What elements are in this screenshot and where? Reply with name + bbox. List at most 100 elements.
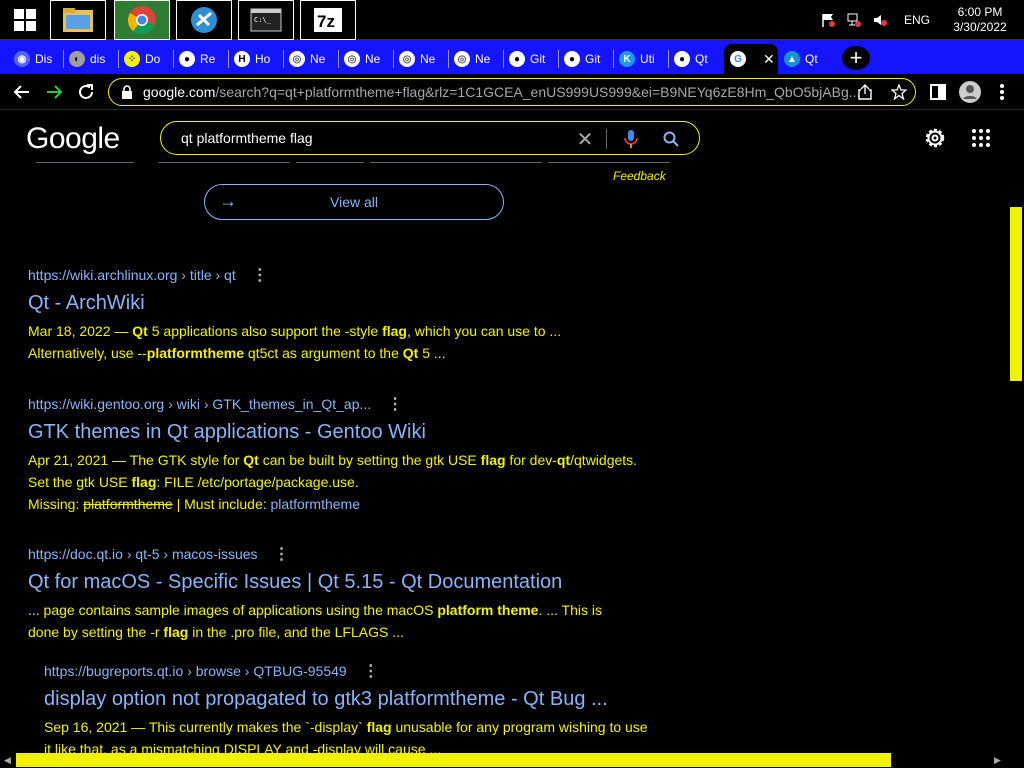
tab-qt-12[interactable]: ● Qt: [668, 44, 723, 74]
tab-uti-11[interactable]: K Uti: [613, 44, 668, 74]
more-options-icon[interactable]: ⋮: [363, 661, 379, 681]
side-panel-button[interactable]: [926, 80, 950, 104]
language-indicator[interactable]: ENG: [904, 13, 930, 27]
tab-ne-6[interactable]: ◎ Ne: [338, 44, 393, 74]
network-icon[interactable]: [844, 10, 864, 30]
menu-button[interactable]: [990, 80, 1014, 104]
tab-title: Uti: [640, 52, 655, 66]
chrome-icon: [127, 6, 156, 34]
github-icon: ●: [564, 51, 580, 67]
divider: [548, 162, 670, 163]
result-title[interactable]: Qt - ArchWiki: [28, 292, 561, 316]
divider: [370, 162, 542, 163]
bookmark-star-icon[interactable]: [891, 84, 907, 100]
search-result: https://bugreports.qt.io › browse › QTBU…: [44, 662, 648, 753]
must-include-link[interactable]: platformtheme: [271, 496, 360, 512]
snippet-line: Set the gtk USE flag: FILE /etc/portage/…: [28, 474, 359, 490]
tab-title: Git: [530, 52, 546, 66]
scroll-left-arrow[interactable]: ◀: [4, 755, 11, 766]
snippet-line: ... page contains sample images of appli…: [28, 602, 603, 618]
address-bar[interactable]: google.com/search?q=qt+platformtheme+fla…: [108, 78, 916, 106]
close-tab-icon[interactable]: ✕: [763, 51, 775, 68]
github-icon: ●: [509, 51, 525, 67]
tab-git-10[interactable]: ● Git: [558, 44, 613, 74]
tab-ne-8[interactable]: ◎ Ne: [448, 44, 503, 74]
horizontal-scroll-thumb[interactable]: [16, 753, 891, 767]
kde-icon: K: [619, 51, 635, 67]
google-icon: G: [730, 51, 746, 67]
snippet-line: Missing: platformtheme | Must include: p…: [28, 496, 360, 512]
view-all-button[interactable]: → View all: [204, 184, 504, 220]
profile-button[interactable]: [958, 80, 982, 104]
snippet-line: Mar 18, 2022 — Qt 5 applications also su…: [28, 323, 562, 339]
taskbar-chrome[interactable]: [114, 0, 170, 40]
tab-title: Do: [145, 52, 161, 66]
reload-button[interactable]: [74, 80, 98, 104]
result-title[interactable]: Qt for macOS - Specific Issues | Qt 5.15…: [28, 571, 602, 595]
scroll-right-arrow[interactable]: ▶: [994, 755, 1001, 766]
search-icon[interactable]: [661, 129, 681, 149]
snippet-line: done by setting the -r flag in the .pro …: [28, 624, 404, 640]
result-title[interactable]: GTK themes in Qt applications - Gentoo W…: [28, 421, 637, 445]
clock-date: 3/30/2022: [953, 20, 1007, 34]
google-results-page: Google ✕ Feedback → View all https://wik…: [0, 111, 1008, 753]
flag-icon[interactable]: [818, 10, 838, 30]
google-logo[interactable]: Google: [26, 122, 120, 156]
tab-git-9[interactable]: ● Git: [503, 44, 558, 74]
more-options-icon[interactable]: ⋮: [387, 394, 403, 414]
snippet-line: Alternatively, use --platformtheme qt5ct…: [28, 345, 446, 361]
tab-re-3[interactable]: ● Re: [173, 44, 228, 74]
result-url[interactable]: https://bugreports.qt.io › browse › QTBU…: [44, 662, 648, 680]
tab-ne-5[interactable]: ◎ Ne: [283, 44, 338, 74]
tab-dis-0[interactable]: ◉ Dis: [8, 44, 63, 74]
folder-icon: [63, 8, 93, 32]
tab-ho-4[interactable]: H Ho: [228, 44, 283, 74]
avatar-icon: [959, 81, 981, 103]
tab-title: Ne: [310, 52, 326, 66]
tab-title: dis: [90, 52, 106, 66]
start-button[interactable]: [0, 0, 50, 40]
tab-do-2[interactable]: ⁘ Do: [118, 44, 173, 74]
arrow-left-icon: [13, 85, 29, 99]
clear-icon[interactable]: ✕: [575, 129, 595, 151]
result-snippet: ... page contains sample images of appli…: [28, 599, 602, 643]
clock[interactable]: 6:00 PM 3/30/2022: [944, 5, 1016, 35]
result-url[interactable]: https://wiki.gentoo.org › wiki › GTK_the…: [28, 395, 637, 413]
github-icon: ●: [179, 51, 195, 67]
taskbar-file-explorer[interactable]: [50, 0, 106, 40]
taskbar-7zip[interactable]: 7z: [300, 0, 356, 40]
h-icon: H: [234, 51, 250, 67]
7zip-icon: 7z: [314, 8, 342, 32]
new-tab-button[interactable]: +: [842, 45, 870, 70]
microphone-icon[interactable]: [621, 129, 641, 149]
result-url[interactable]: https://doc.qt.io › qt-5 › macos-issues ⋮: [28, 545, 602, 563]
divider: [36, 162, 134, 163]
tab-active-13[interactable]: G ✕: [724, 44, 778, 74]
search-result: https://wiki.archlinux.org › title › qt ⋮…: [28, 266, 561, 364]
volume-muted-icon[interactable]: [870, 10, 890, 30]
share-icon[interactable]: [857, 84, 873, 100]
svg-text:7z: 7z: [317, 12, 335, 31]
taskbar-app-blue[interactable]: [176, 0, 232, 40]
address-path: /search?q=qt+platformtheme+flag&rlz=1C1G…: [215, 84, 861, 100]
more-options-icon[interactable]: ⋮: [252, 265, 268, 285]
forward-button[interactable]: [42, 80, 66, 104]
tab-dis-1[interactable]: ◐ dis: [63, 44, 118, 74]
tab-ne-7[interactable]: ◎ Ne: [393, 44, 448, 74]
result-snippet: Sep 16, 2021 — This currently makes the …: [44, 716, 648, 753]
vertical-scroll-thumb[interactable]: [1010, 207, 1022, 381]
feedback-link[interactable]: Feedback: [613, 169, 666, 183]
result-url[interactable]: https://wiki.archlinux.org › title › qt ⋮: [28, 266, 561, 284]
more-options-icon[interactable]: ⋮: [274, 544, 290, 564]
result-snippet: Mar 18, 2022 — Qt 5 applications also su…: [28, 320, 561, 364]
result-title[interactable]: display option not propagated to gtk3 pl…: [44, 688, 648, 712]
view-all-label: View all: [330, 194, 378, 210]
result-snippet: Apr 21, 2021 — The GTK style for Qt can …: [28, 449, 637, 515]
apps-grid-icon[interactable]: [971, 128, 991, 148]
gear-icon[interactable]: [923, 126, 947, 150]
search-box: ✕: [160, 121, 700, 155]
back-button[interactable]: [10, 80, 34, 104]
search-input[interactable]: [179, 128, 559, 148]
taskbar-terminal[interactable]: C:\_: [238, 0, 294, 40]
tab-qt-14[interactable]: ▲ Qt: [778, 44, 834, 74]
